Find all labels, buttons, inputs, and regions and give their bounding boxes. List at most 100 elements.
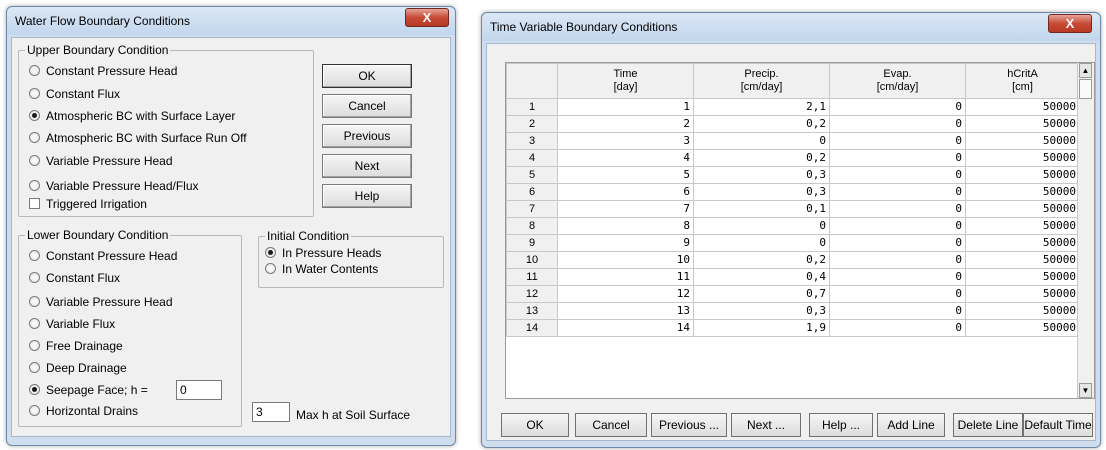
next-button[interactable]: Next xyxy=(322,154,412,178)
table-cell[interactable]: 50000 xyxy=(965,234,1080,252)
table-cell[interactable]: 0 xyxy=(829,166,966,184)
table-cell[interactable]: 0 xyxy=(693,234,830,252)
table-cell[interactable]: 0,3 xyxy=(693,166,830,184)
ok-button[interactable]: OK xyxy=(501,413,569,437)
table-cell[interactable]: 0,7 xyxy=(693,285,830,303)
table-cell[interactable]: 0 xyxy=(829,217,966,235)
table-cell[interactable]: 12 xyxy=(557,285,694,303)
table-row[interactable]: 1 1 2,1 0 50000 xyxy=(506,98,1080,116)
upper-option-constant-pressure-head[interactable]: Constant Pressure Head xyxy=(29,63,177,79)
title-bar[interactable]: Water Flow Boundary Conditions X xyxy=(7,7,455,35)
table-row[interactable]: 14 14 1,9 0 50000 xyxy=(506,319,1080,337)
default-time-button[interactable]: Default Time xyxy=(1023,413,1093,437)
table-cell[interactable]: 0 xyxy=(829,285,966,303)
lower-option-free-drainage[interactable]: Free Drainage xyxy=(29,338,123,354)
data-table[interactable]: Time [day] Precip. [cm/day] Evap. [cm/day] … xyxy=(506,63,1080,337)
table-cell[interactable]: 0 xyxy=(829,98,966,116)
table-cell[interactable]: 0 xyxy=(829,234,966,252)
table-cell[interactable]: 0 xyxy=(829,183,966,201)
upper-option-variable-pressure-head-flux[interactable]: Variable Pressure Head/Flux xyxy=(29,178,199,194)
table-cell[interactable]: 8 xyxy=(557,217,694,235)
close-button[interactable]: X xyxy=(1048,14,1092,33)
triggered-irrigation-checkbox[interactable]: Triggered Irrigation xyxy=(29,196,147,212)
table-cell[interactable]: 2 xyxy=(557,115,694,133)
table-cell[interactable]: 3 xyxy=(557,132,694,150)
table-cell[interactable]: 50000 xyxy=(965,319,1080,337)
table-cell[interactable]: 0,1 xyxy=(693,200,830,218)
lower-option-horizontal-drains[interactable]: Horizontal Drains xyxy=(29,403,138,419)
table-cell[interactable]: 50000 xyxy=(965,251,1080,269)
table-cell[interactable]: 0 xyxy=(829,115,966,133)
lower-option-seepage-face[interactable]: Seepage Face; h = xyxy=(29,382,148,398)
table-cell[interactable]: 50000 xyxy=(965,200,1080,218)
close-button[interactable]: X xyxy=(405,8,449,27)
table-cell[interactable]: 0,3 xyxy=(693,183,830,201)
seepage-face-input[interactable]: 0 xyxy=(176,380,222,400)
table-cell[interactable]: 0 xyxy=(693,132,830,150)
table-cell[interactable]: 50000 xyxy=(965,98,1080,116)
table-cell[interactable]: 50000 xyxy=(965,183,1080,201)
lower-option-constant-flux[interactable]: Constant Flux xyxy=(29,270,120,286)
table-cell[interactable]: 0 xyxy=(829,200,966,218)
table-cell[interactable]: 0 xyxy=(829,149,966,167)
table-row[interactable]: 9 9 0 0 50000 xyxy=(506,234,1080,252)
ok-button[interactable]: OK xyxy=(322,64,412,88)
table-row[interactable]: 7 7 0,1 0 50000 xyxy=(506,200,1080,218)
table-cell[interactable]: 50000 xyxy=(965,302,1080,320)
lower-option-variable-pressure-head[interactable]: Variable Pressure Head xyxy=(29,294,173,310)
previous-button[interactable]: Previous xyxy=(322,124,412,148)
table-row[interactable]: 10 10 0,2 0 50000 xyxy=(506,251,1080,269)
table-cell[interactable]: 13 xyxy=(557,302,694,320)
next-button[interactable]: Next ... xyxy=(731,413,801,437)
table-cell[interactable]: 0 xyxy=(829,268,966,286)
table-cell[interactable]: 0 xyxy=(829,132,966,150)
upper-option-atmospheric-run-off[interactable]: Atmospheric BC with Surface Run Off xyxy=(29,130,247,146)
lower-option-deep-drainage[interactable]: Deep Drainage xyxy=(29,360,127,376)
table-cell[interactable]: 0 xyxy=(829,251,966,269)
vertical-scrollbar[interactable]: ▲ ▼ xyxy=(1077,63,1094,398)
scroll-up-icon[interactable]: ▲ xyxy=(1079,63,1092,78)
table-cell[interactable]: 14 xyxy=(557,319,694,337)
lower-option-variable-flux[interactable]: Variable Flux xyxy=(29,316,115,332)
table-row[interactable]: 8 8 0 0 50000 xyxy=(506,217,1080,235)
table-cell[interactable]: 4 xyxy=(557,149,694,167)
table-cell[interactable]: 6 xyxy=(557,183,694,201)
table-cell[interactable]: 9 xyxy=(557,234,694,252)
table-row[interactable]: 13 13 0,3 0 50000 xyxy=(506,302,1080,320)
max-h-input[interactable]: 3 xyxy=(252,402,290,422)
scroll-thumb[interactable] xyxy=(1079,79,1092,99)
table-cell[interactable]: 1,9 xyxy=(693,319,830,337)
table-row[interactable]: 11 11 0,4 0 50000 xyxy=(506,268,1080,286)
table-cell[interactable]: 50000 xyxy=(965,115,1080,133)
table-row[interactable]: 4 4 0,2 0 50000 xyxy=(506,149,1080,167)
table-cell[interactable]: 50000 xyxy=(965,166,1080,184)
table-cell[interactable]: 0,2 xyxy=(693,149,830,167)
upper-option-constant-flux[interactable]: Constant Flux xyxy=(29,86,120,102)
cancel-button[interactable]: Cancel xyxy=(322,94,412,118)
table-row[interactable]: 5 5 0,3 0 50000 xyxy=(506,166,1080,184)
delete-line-button[interactable]: Delete Line xyxy=(953,413,1023,437)
table-row[interactable]: 6 6 0,3 0 50000 xyxy=(506,183,1080,201)
table-cell[interactable]: 0 xyxy=(829,302,966,320)
initial-option-pressure-heads[interactable]: In Pressure Heads xyxy=(265,245,381,261)
table-cell[interactable]: 50000 xyxy=(965,149,1080,167)
cancel-button[interactable]: Cancel xyxy=(575,413,647,437)
scroll-down-icon[interactable]: ▼ xyxy=(1079,383,1092,398)
help-button[interactable]: Help xyxy=(322,184,412,208)
table-cell[interactable]: 50000 xyxy=(965,268,1080,286)
lower-option-constant-pressure-head[interactable]: Constant Pressure Head xyxy=(29,248,177,264)
table-cell[interactable]: 0 xyxy=(829,319,966,337)
table-cell[interactable]: 5 xyxy=(557,166,694,184)
help-button[interactable]: Help ... xyxy=(809,413,873,437)
upper-option-atmospheric-surface-layer[interactable]: Atmospheric BC with Surface Layer xyxy=(29,108,235,124)
add-line-button[interactable]: Add Line xyxy=(877,413,945,437)
table-row[interactable]: 2 2 0,2 0 50000 xyxy=(506,115,1080,133)
table-cell[interactable]: 10 xyxy=(557,251,694,269)
previous-button[interactable]: Previous ... xyxy=(651,413,727,437)
title-bar[interactable]: Time Variable Boundary Conditions X xyxy=(482,13,1100,41)
table-cell[interactable]: 50000 xyxy=(965,285,1080,303)
table-cell[interactable]: 1 xyxy=(557,98,694,116)
table-row[interactable]: 12 12 0,7 0 50000 xyxy=(506,285,1080,303)
table-cell[interactable]: 50000 xyxy=(965,217,1080,235)
table-cell[interactable]: 0,3 xyxy=(693,302,830,320)
